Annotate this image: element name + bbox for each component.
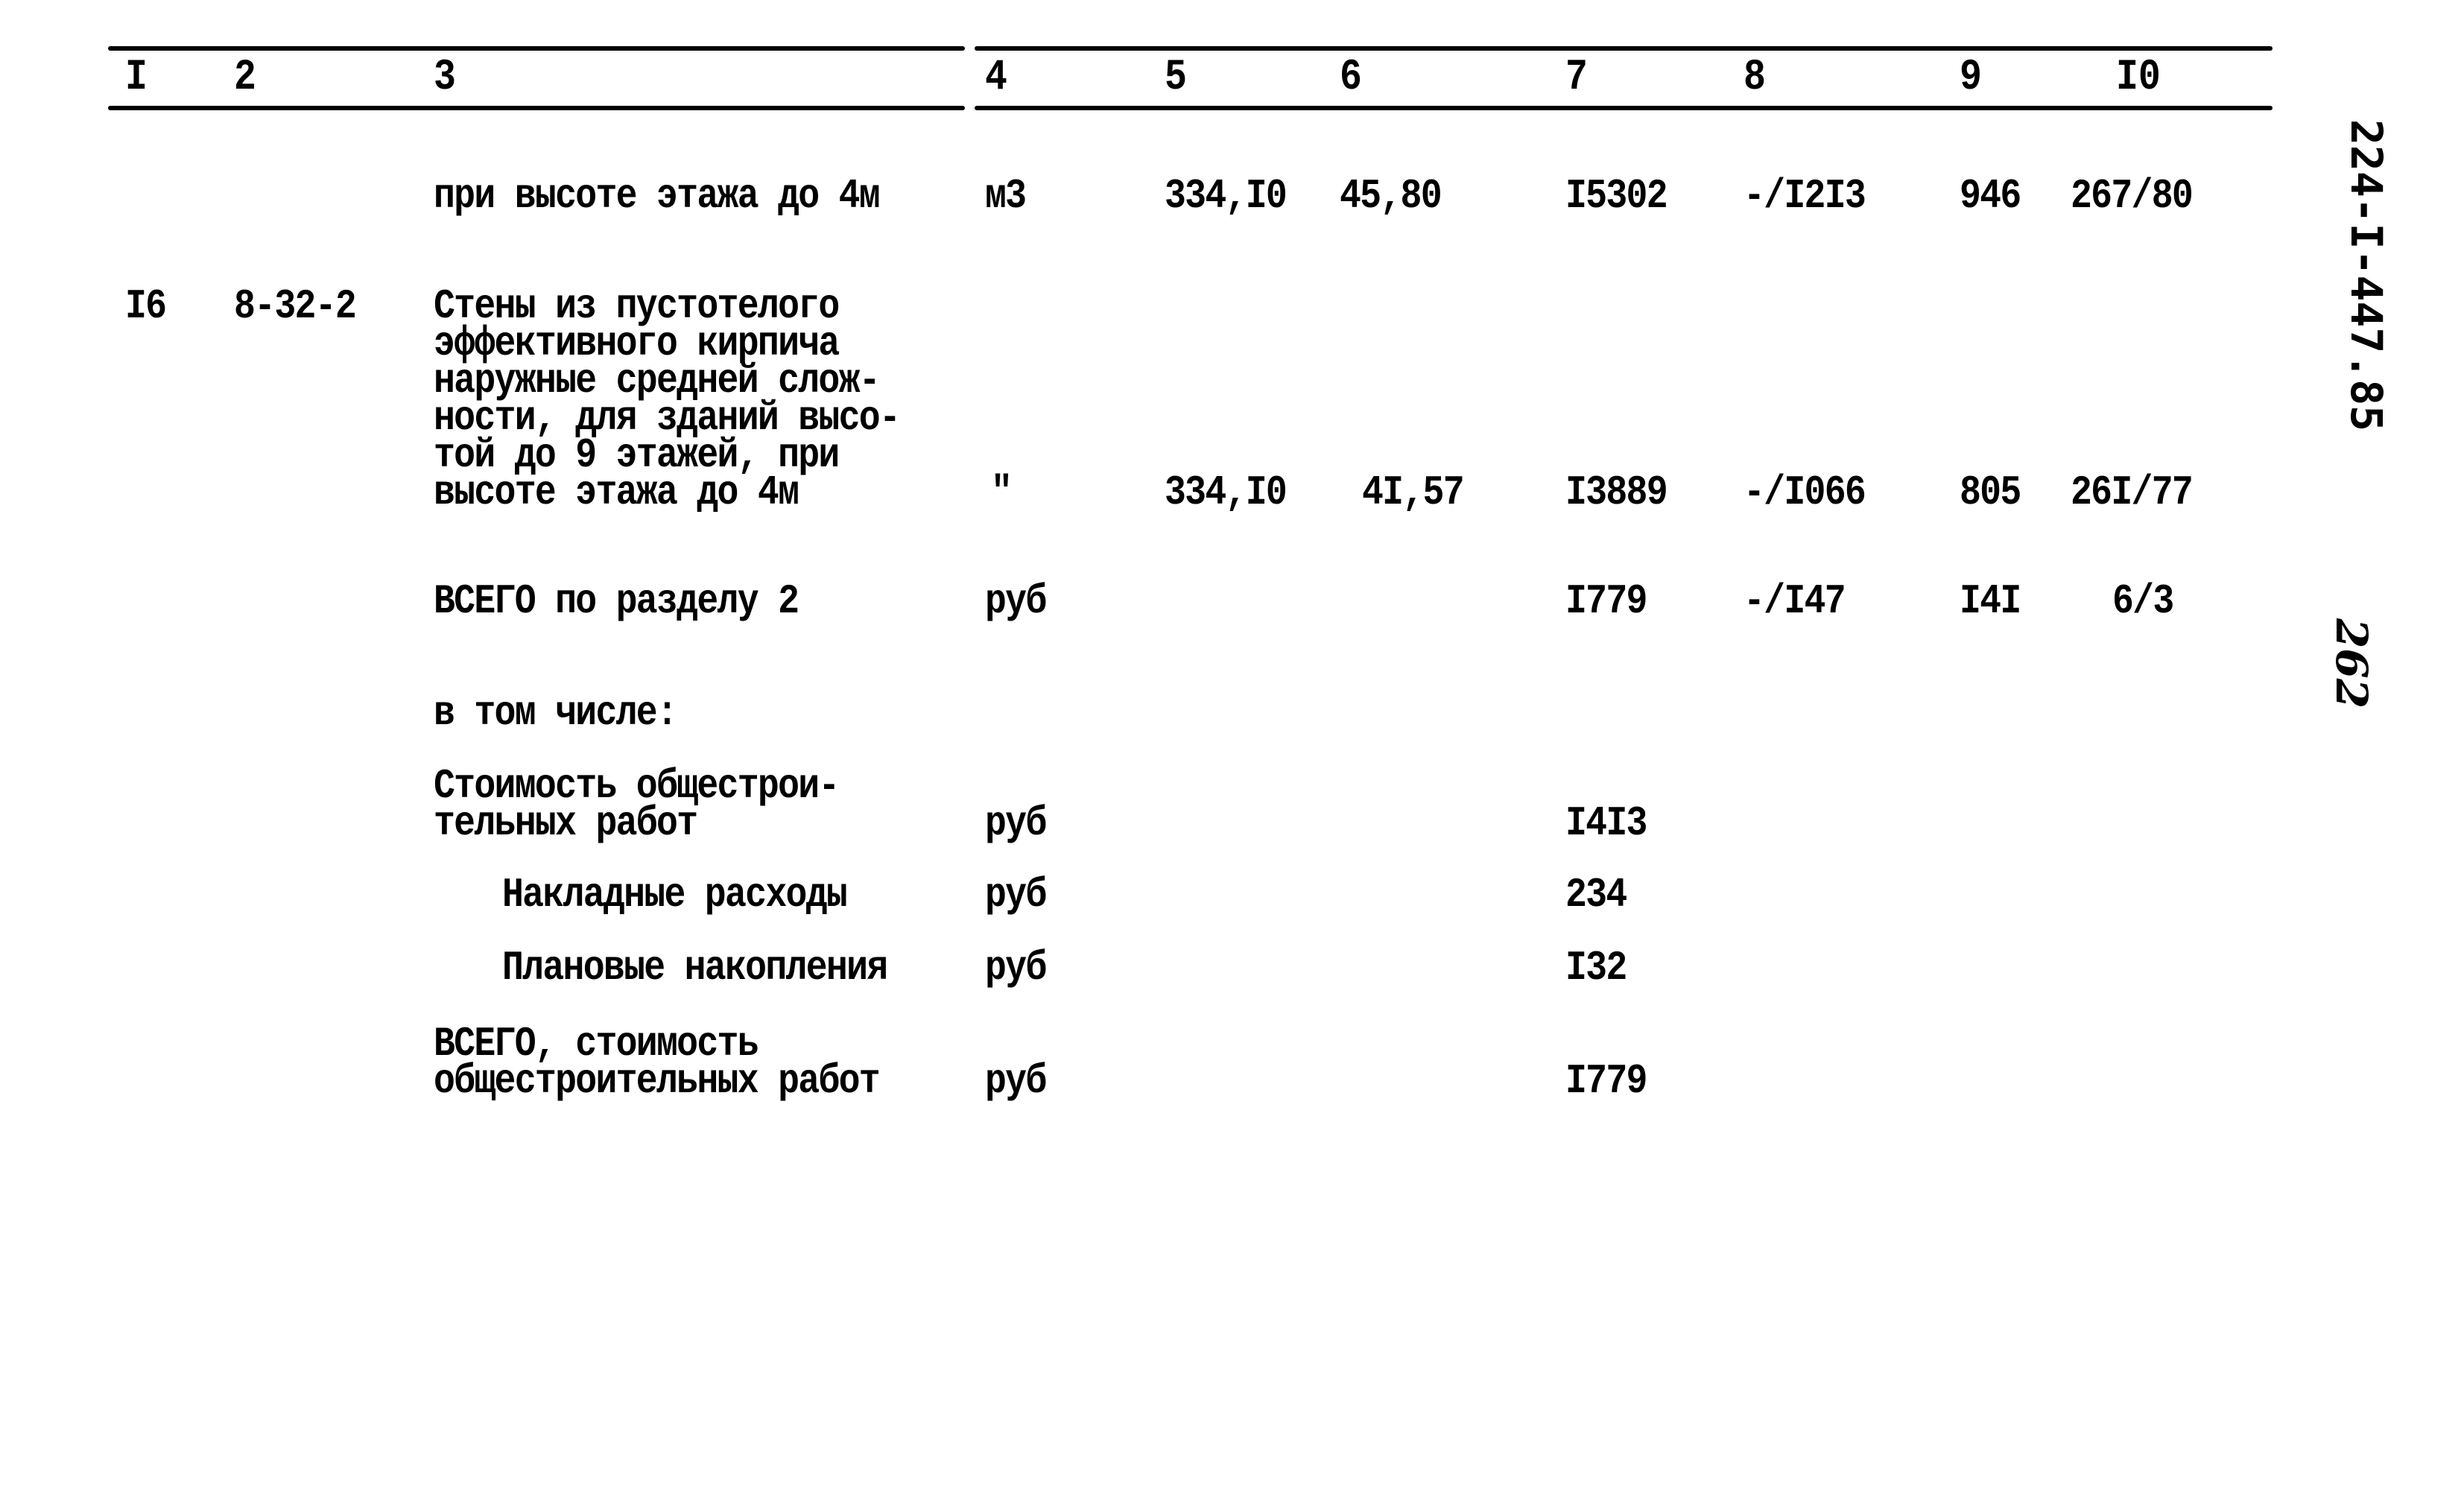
row-col7: I4I3 — [1565, 799, 1647, 847]
header-bottom-rule — [108, 106, 965, 110]
row-description: ВСЕГО, стоимость общестроительных работ — [434, 1023, 881, 1105]
row-col6: 4I,57 — [1362, 469, 1465, 516]
row-unit: руб — [985, 577, 1047, 625]
row-col8: -/I066 — [1744, 469, 1866, 516]
row-description: при высоте этажа до 4м — [434, 172, 881, 220]
description-line: тельных работ — [434, 799, 698, 847]
row-col7: I5302 — [1565, 172, 1668, 220]
row-description: в том числе: — [434, 689, 678, 737]
row-col10: 6/3 — [2112, 577, 2174, 625]
row-description: Стены из пустотелого эффективного кирпич… — [434, 285, 901, 516]
row-unit: " — [991, 469, 1013, 516]
column-header-4: 4 — [985, 54, 1007, 102]
header-bottom-rule — [975, 106, 2273, 110]
row-col7: I3889 — [1565, 469, 1668, 516]
row-col7: I779 — [1565, 577, 1647, 625]
column-header-2: 2 — [234, 54, 256, 102]
row-description: Стоимость общестрои- тельных работ — [434, 765, 840, 847]
row-unit: м3 — [985, 172, 1027, 220]
row-col10: 26I/77 — [2071, 469, 2194, 516]
document-code: 224-I-447.85 — [2341, 119, 2392, 432]
row-unit: руб — [985, 799, 1047, 847]
row-col9: I4I — [1960, 577, 2021, 625]
row-unit: руб — [985, 871, 1047, 919]
row-description: Накладные расходы — [502, 871, 848, 919]
row-col7: I32 — [1565, 944, 1627, 992]
row-code: 8-32-2 — [234, 282, 357, 330]
row-col9: 946 — [1960, 172, 2021, 220]
column-header-10: I0 — [2116, 54, 2161, 102]
header-top-rule — [975, 46, 2273, 51]
row-col5: 334,I0 — [1165, 172, 1288, 220]
row-description: ВСЕГО по разделу 2 — [434, 577, 799, 625]
row-col7: 234 — [1565, 871, 1627, 919]
row-unit: руб — [985, 944, 1047, 992]
column-header-7: 7 — [1565, 54, 1588, 102]
column-header-9: 9 — [1960, 54, 1982, 102]
row-unit: руб — [985, 1057, 1047, 1105]
row-col5: 334,I0 — [1165, 469, 1288, 516]
row-col10: 267/80 — [2071, 172, 2194, 220]
row-col7: I779 — [1565, 1057, 1647, 1105]
column-header-8: 8 — [1744, 54, 1766, 102]
description-line: общестроительных работ — [434, 1057, 881, 1105]
header-top-rule — [108, 46, 965, 51]
row-col8: -/I2I3 — [1744, 172, 1866, 220]
row-col6: 45,80 — [1340, 172, 1442, 220]
row-col9: 805 — [1960, 469, 2021, 516]
column-header-1: I — [125, 54, 148, 102]
column-header-3: 3 — [434, 54, 456, 102]
row-number: I6 — [125, 282, 167, 330]
handwritten-page-number: 262 — [2326, 618, 2377, 709]
column-header-5: 5 — [1165, 54, 1187, 102]
row-description: Плановые накопления — [502, 944, 888, 992]
column-header-6: 6 — [1340, 54, 1362, 102]
description-line: высоте этажа до 4м — [434, 469, 799, 516]
row-col8: -/I47 — [1744, 577, 1846, 625]
